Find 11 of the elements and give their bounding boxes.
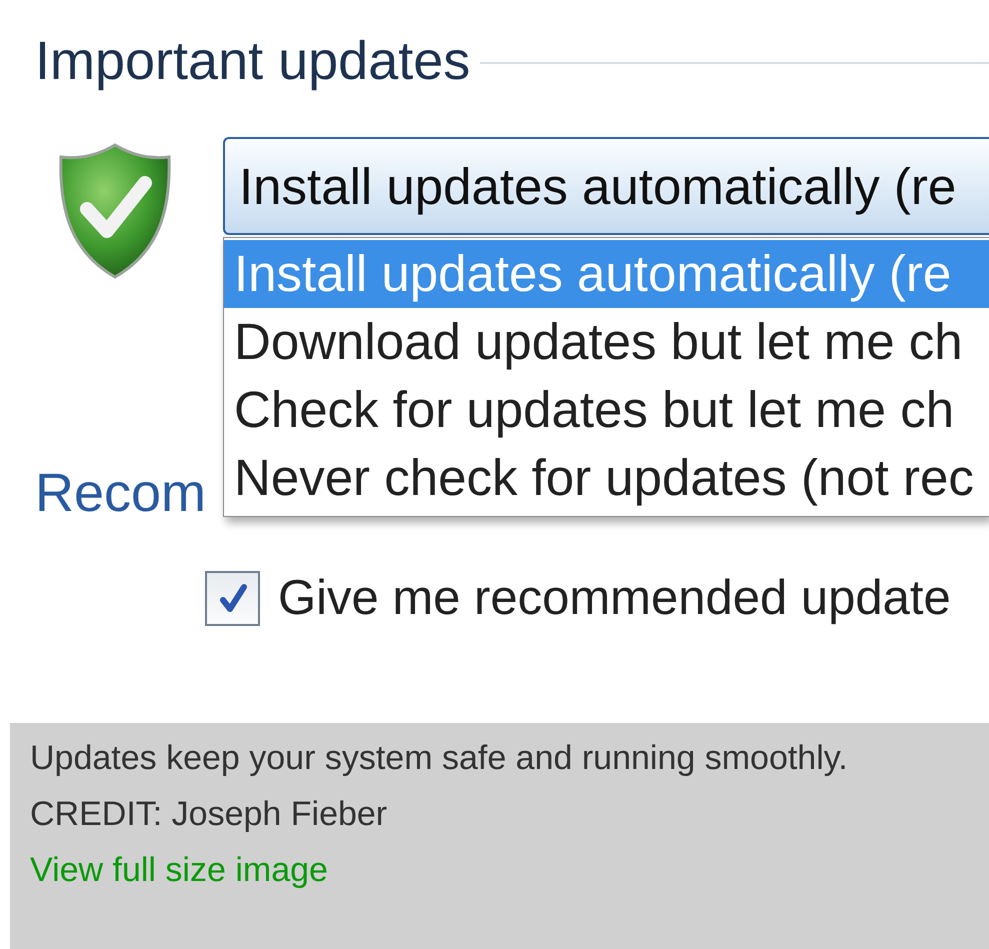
checkbox[interactable] xyxy=(205,570,260,626)
section-title: Recom xyxy=(35,462,206,524)
update-dropdown[interactable]: Install updates automatically (re xyxy=(223,137,989,235)
section-title: Important updates xyxy=(35,30,470,92)
checkbox-label: Give me recommended update xyxy=(278,570,951,627)
credit-text: CREDIT: Joseph Fieber xyxy=(30,795,388,834)
shield-check-icon xyxy=(57,143,173,279)
dropdown-option[interactable]: Download updates but let me ch xyxy=(224,308,989,376)
caption-text: Updates keep your system safe and running smoothly. xyxy=(30,739,848,778)
dropdown-option[interactable]: Never check for updates (not rec xyxy=(224,444,989,512)
dropdown-option[interactable]: Check for updates but let me ch xyxy=(224,376,989,444)
